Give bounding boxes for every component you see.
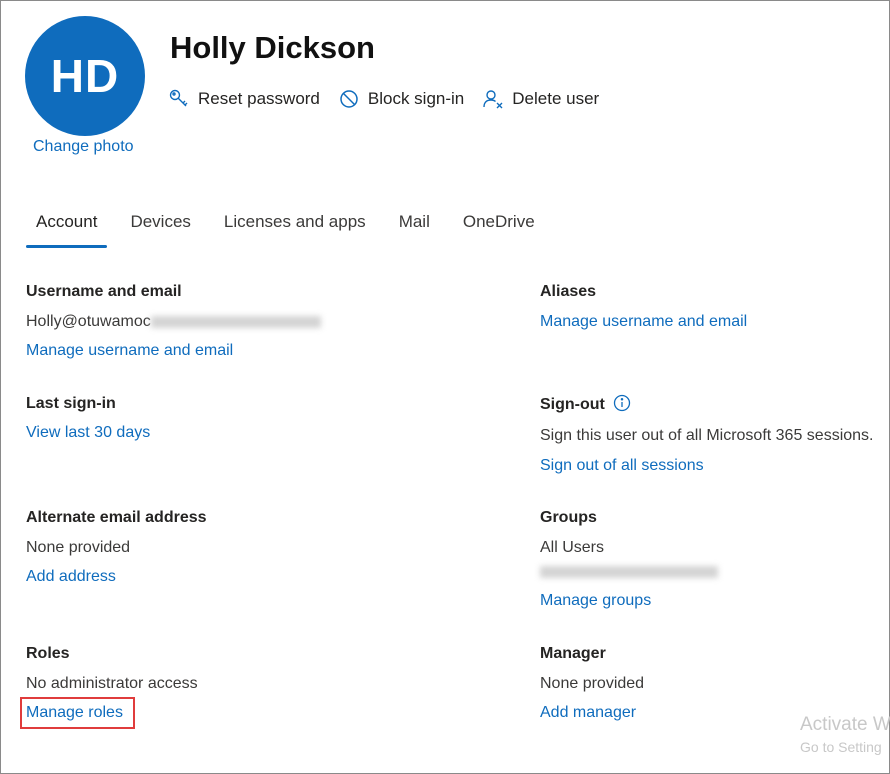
tab-mail[interactable]: Mail xyxy=(389,212,440,248)
view-last-30-days-link[interactable]: View last 30 days xyxy=(26,423,150,443)
redacted-domain xyxy=(150,315,321,328)
section-heading: Groups xyxy=(540,509,597,526)
signout-heading-text: Sign-out xyxy=(540,396,605,413)
block-icon xyxy=(340,90,358,108)
alternate-email-section: Alternate email address None provided Ad… xyxy=(26,508,207,587)
delete-user-button[interactable]: Delete user xyxy=(482,88,599,110)
aliases-manage-link[interactable]: Manage username and email xyxy=(540,312,747,332)
username-value: Holly@otuwamoc xyxy=(26,312,321,332)
delete-user-label: Delete user xyxy=(512,89,600,108)
avatar-initials: HD xyxy=(50,50,120,102)
groups-section: Groups All Users Manage groups xyxy=(540,508,718,611)
change-photo-link[interactable]: Change photo xyxy=(33,138,134,156)
section-heading: Username and email xyxy=(26,283,182,300)
manage-groups-link[interactable]: Manage groups xyxy=(540,591,718,611)
activation-watermark-subtitle: Go to Setting xyxy=(800,739,882,755)
tab-onedrive[interactable]: OneDrive xyxy=(453,212,545,248)
section-heading: Alternate email address xyxy=(26,509,207,526)
add-manager-link[interactable]: Add manager xyxy=(540,703,644,723)
block-signin-button[interactable]: Block sign-in xyxy=(338,88,464,110)
manage-roles-highlight xyxy=(20,697,135,729)
section-heading: Roles xyxy=(26,645,70,662)
groups-value: All Users xyxy=(540,539,605,556)
aliases-section: Aliases Manage username and email xyxy=(540,282,747,332)
tab-bar: Account Devices Licenses and apps Mail O… xyxy=(26,212,558,248)
section-heading: Aliases xyxy=(540,283,597,300)
user-actions: Reset password Block sign-in Delete user xyxy=(168,88,617,110)
roles-value: No administrator access xyxy=(26,675,198,692)
block-signin-label: Block sign-in xyxy=(367,89,465,108)
signout-description: Sign this user out of all Microsoft 365 … xyxy=(540,427,874,444)
sign-out-all-sessions-link[interactable]: Sign out of all sessions xyxy=(540,456,874,476)
last-signin-section: Last sign-in View last 30 days xyxy=(26,394,150,443)
add-address-link[interactable]: Add address xyxy=(26,567,207,587)
info-icon[interactable] xyxy=(613,394,631,412)
tab-licenses-and-apps[interactable]: Licenses and apps xyxy=(214,212,376,248)
activation-watermark-title: Activate W xyxy=(800,714,890,735)
manage-username-link[interactable]: Manage username and email xyxy=(26,341,321,361)
redacted-group-id xyxy=(540,563,718,581)
user-name: Holly Dickson xyxy=(170,30,375,65)
username-section: Username and email Holly@otuwamoc Manage… xyxy=(26,282,321,361)
avatar: HD xyxy=(25,16,145,136)
reset-password-label: Reset password xyxy=(198,89,320,108)
tab-devices[interactable]: Devices xyxy=(120,212,200,248)
username-text: Holly@otuwamoc xyxy=(26,313,151,330)
tab-account[interactable]: Account xyxy=(26,212,108,248)
section-heading: Sign-out xyxy=(540,394,874,415)
delete-user-icon xyxy=(483,90,503,109)
manager-section: Manager None provided Add manager xyxy=(540,644,644,723)
alternate-email-value: None provided xyxy=(26,539,131,556)
section-heading: Last sign-in xyxy=(26,395,116,412)
section-heading: Manager xyxy=(540,645,606,662)
key-icon xyxy=(169,89,188,107)
signout-section: Sign-out Sign this user out of all Micro… xyxy=(540,394,874,476)
reset-password-button[interactable]: Reset password xyxy=(168,88,320,110)
manager-value: None provided xyxy=(540,675,645,692)
